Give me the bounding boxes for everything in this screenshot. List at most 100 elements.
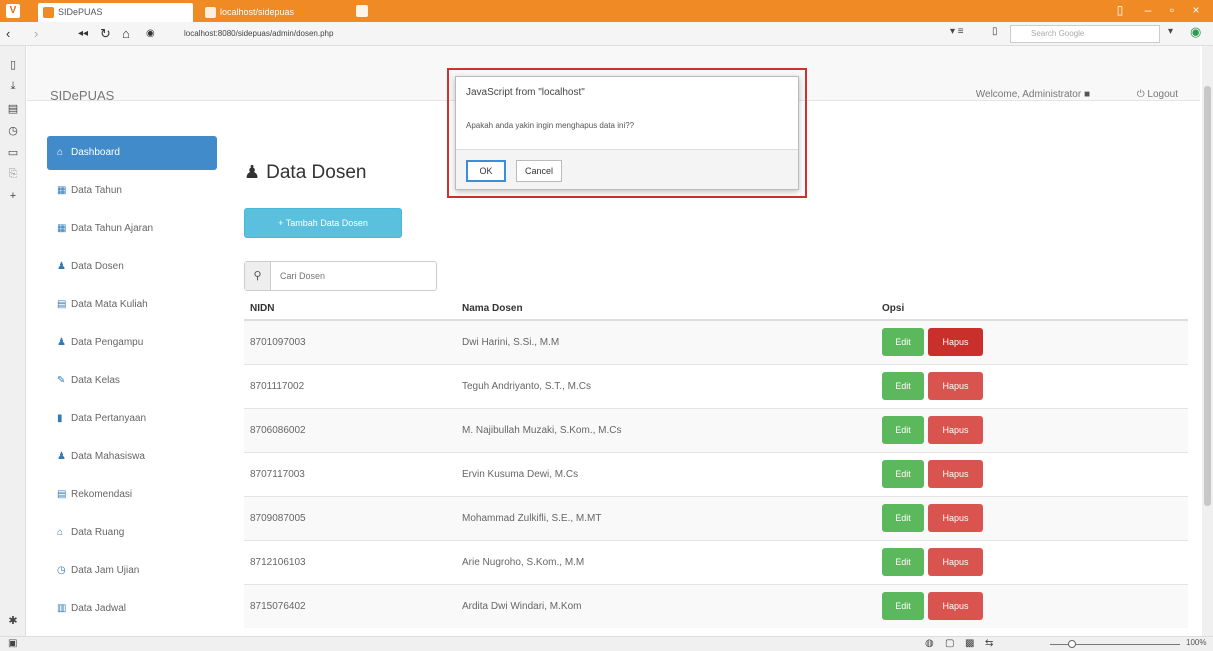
user-icon: ♟ xyxy=(244,162,261,182)
search-group: ⚲ xyxy=(244,261,437,291)
dialog-footer: OK Cancel xyxy=(456,149,798,189)
sidebar-item-data-kelas[interactable]: ✎ Data Kelas xyxy=(47,362,217,400)
panel-toggle-icon[interactable]: ▣ xyxy=(8,638,17,649)
bookmark-icon[interactable]: ▯ xyxy=(992,26,998,37)
welcome-text[interactable]: Welcome, Administrator ■ xyxy=(976,89,1090,100)
sidebar-item-label: Data Mata Kuliah xyxy=(71,299,148,310)
browser-side-panel: ▯ ⤓ ▤ ◷ ▭ ⎘ + ✱ xyxy=(0,46,26,651)
rewind-icon[interactable]: ◂◂ xyxy=(78,25,88,43)
dosen-table: NIDN Nama Dosen Opsi 8701097003 Dwi Harin… xyxy=(244,298,1188,628)
pencil-icon: ✎ xyxy=(57,375,66,386)
sidebar-item-data-pengampu[interactable]: ♟ Data Pengampu xyxy=(47,324,217,362)
forward-icon[interactable]: › xyxy=(34,25,38,43)
book-icon: ▮ xyxy=(57,413,63,424)
browser-search-input[interactable]: Search Google xyxy=(1010,25,1160,43)
sidebar-item-label: Data Kelas xyxy=(71,375,120,386)
edit-button[interactable]: Edit xyxy=(882,328,924,357)
column-header-opsi: Opsi xyxy=(876,298,1188,321)
reader-icon[interactable]: ⎘ xyxy=(7,168,19,181)
trash-icon[interactable]: ▯ xyxy=(1110,2,1130,18)
edit-button[interactable]: Edit xyxy=(882,460,924,488)
delete-button[interactable]: Hapus xyxy=(928,416,983,444)
sidebar-item-data-jadwal[interactable]: ▥ Data Jadwal xyxy=(47,590,217,628)
sidebar-item-data-tahun-ajaran[interactable]: ▦ Data Tahun Ajaran xyxy=(47,210,217,248)
browser-tab-active[interactable]: SIDePUAS xyxy=(38,3,193,22)
cancel-button[interactable]: Cancel xyxy=(516,160,562,182)
delete-button[interactable]: Hapus xyxy=(928,592,983,621)
search-dropdown-icon[interactable]: ▾ xyxy=(1168,26,1173,37)
sidebar-item-data-ruang[interactable]: ⌂ Data Ruang xyxy=(47,514,217,552)
sidebar-item-data-dosen[interactable]: ♟ Data Dosen xyxy=(47,248,217,286)
maximize-button[interactable]: ▫ xyxy=(1162,2,1182,18)
site-info-icon[interactable]: ◉ xyxy=(146,25,155,43)
scrollbar-thumb[interactable] xyxy=(1204,86,1211,506)
new-tab-button[interactable] xyxy=(356,5,368,17)
user-icon: ♟ xyxy=(57,337,66,348)
delete-button[interactable]: Hapus xyxy=(928,328,983,357)
sync-icon[interactable]: ◍ xyxy=(925,638,934,649)
delete-button[interactable]: Hapus xyxy=(928,504,983,532)
sidebar-item-data-tahun[interactable]: ▦ Data Tahun xyxy=(47,172,217,210)
home-icon[interactable]: ⌂ xyxy=(122,25,130,43)
page-scrollbar[interactable] xyxy=(1202,46,1213,636)
browser-tab-inactive[interactable]: localhost/sidepuas xyxy=(200,3,350,22)
search-input[interactable] xyxy=(272,262,436,290)
delete-button[interactable]: Hapus xyxy=(928,372,983,400)
add-panel-icon[interactable]: + xyxy=(7,190,19,202)
close-button[interactable]: × xyxy=(1186,2,1206,18)
table-row: 8709087005 Mohammad Zulkifli, S.E., M.MT E… xyxy=(244,495,1188,540)
nidn-cell: 8715076402 xyxy=(244,583,456,628)
browser-titlebar: V SIDePUAS localhost/sidepuas ▯ – ▫ × xyxy=(0,0,1213,22)
table-row: 8712106103 Arie Nugroho, S.Kom., M.M Edit H… xyxy=(244,539,1188,584)
browser-logo-icon[interactable]: V xyxy=(6,4,20,18)
brand-logo[interactable]: SIDePUAS xyxy=(50,88,114,103)
sidebar-item-data-mata-kuliah[interactable]: ▤ Data Mata Kuliah xyxy=(47,286,217,324)
edit-button[interactable]: Edit xyxy=(882,592,924,621)
tiling-icon[interactable]: ▢ xyxy=(945,638,954,649)
edit-button[interactable]: Edit xyxy=(882,504,924,532)
notes-icon[interactable]: ▤ xyxy=(7,102,19,115)
zoom-level[interactable]: 100% xyxy=(1186,638,1206,647)
image-icon[interactable]: ▩ xyxy=(965,638,974,649)
dropdown-icon[interactable]: ▾ ≡ xyxy=(950,26,964,37)
zoom-slider-handle[interactable] xyxy=(1068,640,1076,648)
nama-cell: Mohammad Zulkifli, S.E., M.MT xyxy=(456,495,876,540)
browser-statusbar: ▣ ◍ ▢ ▩ ⇆ 100% xyxy=(0,636,1213,651)
sidebar-item-data-jam-ujian[interactable]: ◷ Data Jam Ujian xyxy=(47,552,217,590)
sidebar-item-admin[interactable]: ♟Admin xyxy=(47,628,217,636)
page-actions-icon[interactable]: ⇆ xyxy=(985,638,993,649)
logout-link[interactable]: ⏻ Logout xyxy=(1137,89,1178,100)
sidebar-item-label: Data Tahun xyxy=(71,185,122,196)
edit-button[interactable]: Edit xyxy=(882,416,924,444)
home-icon: ⌂ xyxy=(57,147,64,158)
sidebar-item-data-pertanyaan[interactable]: ▮ Data Pertanyaan xyxy=(47,400,217,438)
delete-button[interactable]: Hapus xyxy=(928,460,983,488)
back-icon[interactable]: ‹ xyxy=(6,25,10,43)
downloads-icon[interactable]: ⤓ xyxy=(7,80,19,93)
delete-button[interactable]: Hapus xyxy=(928,548,983,576)
nidn-cell: 8701117002 xyxy=(244,363,456,408)
bookmarks-icon[interactable]: ▯ xyxy=(7,58,19,71)
user-icon: ♟ xyxy=(57,451,66,462)
window-icon[interactable]: ▭ xyxy=(7,146,19,159)
address-bar[interactable]: localhost:8080/sidepuas/admin/dosen.php xyxy=(180,26,940,42)
history-icon[interactable]: ◷ xyxy=(7,124,19,137)
nama-cell: M. Najibullah Muzaki, S.Kom., M.Cs xyxy=(456,407,876,452)
settings-gear-icon[interactable]: ✱ xyxy=(7,614,19,627)
add-dosen-button[interactable]: + Tambah Data Dosen xyxy=(244,208,402,238)
extension-icon[interactable]: ◉ xyxy=(1190,24,1201,40)
sidebar-item-rekomendasi[interactable]: ▤ Rekomendasi xyxy=(47,476,217,514)
table-row: 8715076402 Ardita Dwi Windari, M.Kom Edit H… xyxy=(244,583,1188,628)
opsi-cell: Edit Hapus xyxy=(876,583,1188,628)
page-title: ♟ Data Dosen xyxy=(244,162,366,184)
ok-button[interactable]: OK xyxy=(466,160,506,182)
table-row: 8701117002 Teguh Andriyanto, S.T., M.Cs Ed… xyxy=(244,363,1188,408)
sidebar-item-data-mahasiswa[interactable]: ♟ Data Mahasiswa xyxy=(47,438,217,476)
minimize-button[interactable]: – xyxy=(1138,2,1158,18)
table-row: 8701097003 Dwi Harini, S.Si., M.M Edit Hapu… xyxy=(244,319,1188,364)
user-icon: ♟ xyxy=(57,628,69,636)
edit-button[interactable]: Edit xyxy=(882,372,924,400)
edit-button[interactable]: Edit xyxy=(882,548,924,576)
reload-icon[interactable]: ↻ xyxy=(100,25,111,43)
sidebar-item-dashboard[interactable]: ⌂ Dashboard xyxy=(47,136,217,170)
